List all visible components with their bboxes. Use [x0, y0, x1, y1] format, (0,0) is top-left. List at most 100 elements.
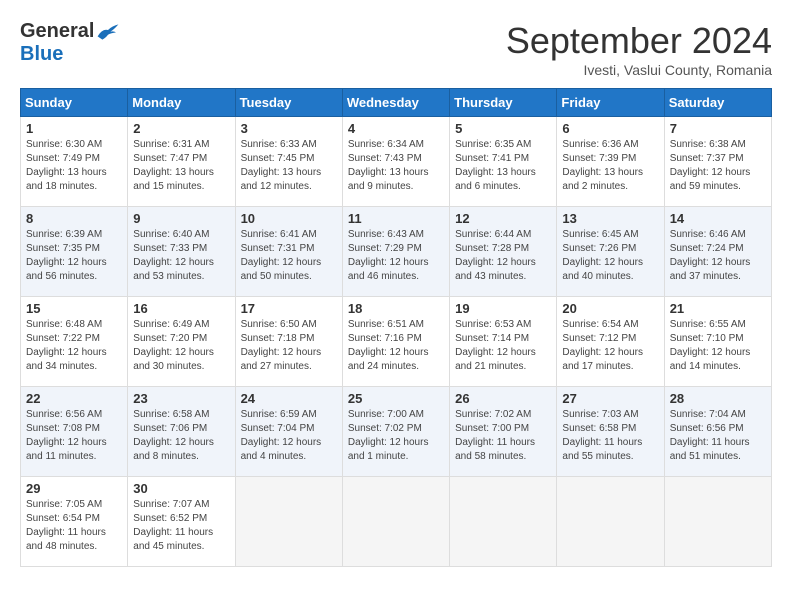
day-number: 10	[241, 211, 337, 226]
logo: General Blue	[20, 20, 120, 66]
day-number: 13	[562, 211, 658, 226]
weekday-header-thursday: Thursday	[450, 89, 557, 117]
day-number: 16	[133, 301, 229, 316]
calendar-day-cell: 8 Sunrise: 6:39 AM Sunset: 7:35 PM Dayli…	[21, 207, 128, 297]
calendar-day-cell	[557, 477, 664, 567]
calendar-week-row: 8 Sunrise: 6:39 AM Sunset: 7:35 PM Dayli…	[21, 207, 772, 297]
day-number: 11	[348, 211, 444, 226]
calendar-day-cell	[450, 477, 557, 567]
calendar-day-cell: 6 Sunrise: 6:36 AM Sunset: 7:39 PM Dayli…	[557, 117, 664, 207]
day-number: 1	[26, 121, 122, 136]
calendar-day-cell: 25 Sunrise: 7:00 AM Sunset: 7:02 PM Dayl…	[342, 387, 449, 477]
location-text: Ivesti, Vaslui County, Romania	[506, 62, 772, 78]
calendar-day-cell: 4 Sunrise: 6:34 AM Sunset: 7:43 PM Dayli…	[342, 117, 449, 207]
calendar-day-cell	[664, 477, 771, 567]
day-info: Sunrise: 6:49 AM Sunset: 7:20 PM Dayligh…	[133, 318, 229, 374]
calendar-day-cell: 21 Sunrise: 6:55 AM Sunset: 7:10 PM Dayl…	[664, 297, 771, 387]
day-info: Sunrise: 6:58 AM Sunset: 7:06 PM Dayligh…	[133, 408, 229, 464]
day-info: Sunrise: 6:41 AM Sunset: 7:31 PM Dayligh…	[241, 228, 337, 284]
calendar-day-cell: 26 Sunrise: 7:02 AM Sunset: 7:00 PM Dayl…	[450, 387, 557, 477]
day-number: 24	[241, 391, 337, 406]
calendar-day-cell: 20 Sunrise: 6:54 AM Sunset: 7:12 PM Dayl…	[557, 297, 664, 387]
weekday-header-sunday: Sunday	[21, 89, 128, 117]
day-number: 9	[133, 211, 229, 226]
day-info: Sunrise: 6:34 AM Sunset: 7:43 PM Dayligh…	[348, 138, 444, 194]
calendar-day-cell: 19 Sunrise: 6:53 AM Sunset: 7:14 PM Dayl…	[450, 297, 557, 387]
day-info: Sunrise: 6:56 AM Sunset: 7:08 PM Dayligh…	[26, 408, 122, 464]
weekday-header-saturday: Saturday	[664, 89, 771, 117]
calendar-week-row: 22 Sunrise: 6:56 AM Sunset: 7:08 PM Dayl…	[21, 387, 772, 477]
calendar-day-cell: 23 Sunrise: 6:58 AM Sunset: 7:06 PM Dayl…	[128, 387, 235, 477]
calendar-week-row: 15 Sunrise: 6:48 AM Sunset: 7:22 PM Dayl…	[21, 297, 772, 387]
day-number: 17	[241, 301, 337, 316]
day-info: Sunrise: 6:36 AM Sunset: 7:39 PM Dayligh…	[562, 138, 658, 194]
day-info: Sunrise: 6:59 AM Sunset: 7:04 PM Dayligh…	[241, 408, 337, 464]
day-info: Sunrise: 6:31 AM Sunset: 7:47 PM Dayligh…	[133, 138, 229, 194]
calendar-day-cell: 2 Sunrise: 6:31 AM Sunset: 7:47 PM Dayli…	[128, 117, 235, 207]
day-number: 14	[670, 211, 766, 226]
day-info: Sunrise: 6:40 AM Sunset: 7:33 PM Dayligh…	[133, 228, 229, 284]
day-number: 2	[133, 121, 229, 136]
calendar-day-cell: 24 Sunrise: 6:59 AM Sunset: 7:04 PM Dayl…	[235, 387, 342, 477]
day-number: 25	[348, 391, 444, 406]
day-info: Sunrise: 6:55 AM Sunset: 7:10 PM Dayligh…	[670, 318, 766, 374]
weekday-header-monday: Monday	[128, 89, 235, 117]
calendar-day-cell: 5 Sunrise: 6:35 AM Sunset: 7:41 PM Dayli…	[450, 117, 557, 207]
calendar-day-cell: 28 Sunrise: 7:04 AM Sunset: 6:56 PM Dayl…	[664, 387, 771, 477]
day-info: Sunrise: 6:35 AM Sunset: 7:41 PM Dayligh…	[455, 138, 551, 194]
calendar-day-cell: 17 Sunrise: 6:50 AM Sunset: 7:18 PM Dayl…	[235, 297, 342, 387]
calendar-day-cell	[342, 477, 449, 567]
day-number: 6	[562, 121, 658, 136]
day-info: Sunrise: 6:44 AM Sunset: 7:28 PM Dayligh…	[455, 228, 551, 284]
day-number: 28	[670, 391, 766, 406]
weekday-header-friday: Friday	[557, 89, 664, 117]
day-number: 29	[26, 481, 122, 496]
day-number: 12	[455, 211, 551, 226]
day-number: 20	[562, 301, 658, 316]
calendar-day-cell: 18 Sunrise: 6:51 AM Sunset: 7:16 PM Dayl…	[342, 297, 449, 387]
day-info: Sunrise: 6:38 AM Sunset: 7:37 PM Dayligh…	[670, 138, 766, 194]
weekday-header-wednesday: Wednesday	[342, 89, 449, 117]
calendar-day-cell: 27 Sunrise: 7:03 AM Sunset: 6:58 PM Dayl…	[557, 387, 664, 477]
day-number: 26	[455, 391, 551, 406]
title-section: September 2024 Ivesti, Vaslui County, Ro…	[506, 20, 772, 78]
day-info: Sunrise: 6:43 AM Sunset: 7:29 PM Dayligh…	[348, 228, 444, 284]
day-number: 21	[670, 301, 766, 316]
weekday-header-tuesday: Tuesday	[235, 89, 342, 117]
logo-general-text: General	[20, 20, 94, 43]
day-number: 7	[670, 121, 766, 136]
day-info: Sunrise: 6:39 AM Sunset: 7:35 PM Dayligh…	[26, 228, 122, 284]
calendar-day-cell: 11 Sunrise: 6:43 AM Sunset: 7:29 PM Dayl…	[342, 207, 449, 297]
calendar-day-cell: 10 Sunrise: 6:41 AM Sunset: 7:31 PM Dayl…	[235, 207, 342, 297]
day-info: Sunrise: 7:04 AM Sunset: 6:56 PM Dayligh…	[670, 408, 766, 464]
calendar-day-cell: 14 Sunrise: 6:46 AM Sunset: 7:24 PM Dayl…	[664, 207, 771, 297]
day-number: 3	[241, 121, 337, 136]
calendar-day-cell: 12 Sunrise: 6:44 AM Sunset: 7:28 PM Dayl…	[450, 207, 557, 297]
day-info: Sunrise: 6:30 AM Sunset: 7:49 PM Dayligh…	[26, 138, 122, 194]
calendar-week-row: 29 Sunrise: 7:05 AM Sunset: 6:54 PM Dayl…	[21, 477, 772, 567]
day-info: Sunrise: 6:53 AM Sunset: 7:14 PM Dayligh…	[455, 318, 551, 374]
day-info: Sunrise: 6:51 AM Sunset: 7:16 PM Dayligh…	[348, 318, 444, 374]
day-number: 27	[562, 391, 658, 406]
day-number: 22	[26, 391, 122, 406]
day-number: 23	[133, 391, 229, 406]
day-number: 15	[26, 301, 122, 316]
day-info: Sunrise: 6:45 AM Sunset: 7:26 PM Dayligh…	[562, 228, 658, 284]
day-info: Sunrise: 7:05 AM Sunset: 6:54 PM Dayligh…	[26, 498, 122, 554]
day-info: Sunrise: 7:02 AM Sunset: 7:00 PM Dayligh…	[455, 408, 551, 464]
page-header: General Blue September 2024 Ivesti, Vasl…	[20, 20, 772, 78]
day-number: 4	[348, 121, 444, 136]
day-info: Sunrise: 6:48 AM Sunset: 7:22 PM Dayligh…	[26, 318, 122, 374]
calendar-day-cell: 15 Sunrise: 6:48 AM Sunset: 7:22 PM Dayl…	[21, 297, 128, 387]
day-info: Sunrise: 7:03 AM Sunset: 6:58 PM Dayligh…	[562, 408, 658, 464]
day-info: Sunrise: 7:00 AM Sunset: 7:02 PM Dayligh…	[348, 408, 444, 464]
logo-blue-text: Blue	[20, 43, 63, 66]
day-number: 30	[133, 481, 229, 496]
day-number: 8	[26, 211, 122, 226]
calendar-day-cell: 7 Sunrise: 6:38 AM Sunset: 7:37 PM Dayli…	[664, 117, 771, 207]
calendar-day-cell: 22 Sunrise: 6:56 AM Sunset: 7:08 PM Dayl…	[21, 387, 128, 477]
day-info: Sunrise: 6:33 AM Sunset: 7:45 PM Dayligh…	[241, 138, 337, 194]
calendar-day-cell: 3 Sunrise: 6:33 AM Sunset: 7:45 PM Dayli…	[235, 117, 342, 207]
logo-bird-icon	[96, 22, 120, 42]
month-title: September 2024	[506, 20, 772, 62]
